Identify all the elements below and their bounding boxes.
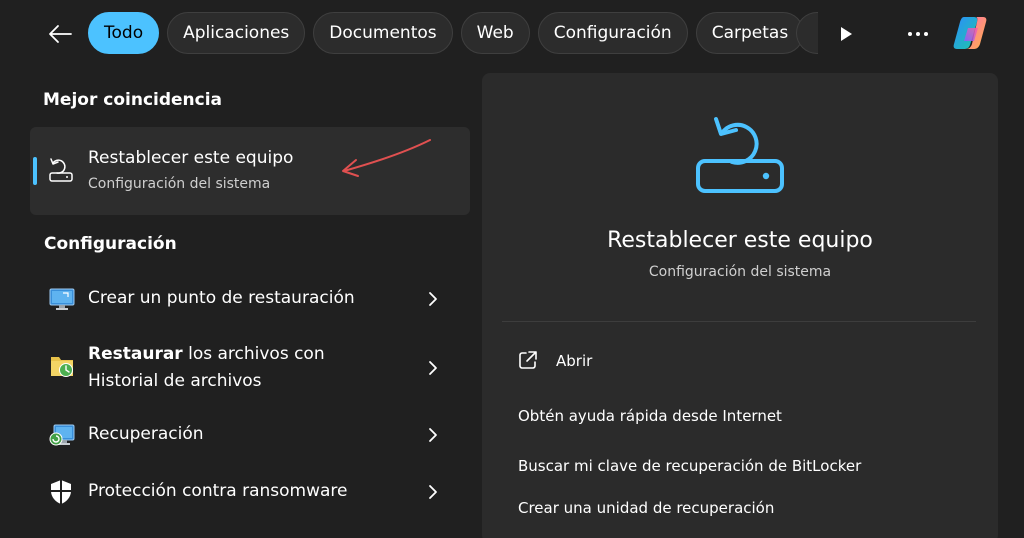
list-item-recovery[interactable]: Recuperación (40, 420, 460, 450)
divider (502, 321, 976, 322)
label-bold: Restaurar (88, 344, 183, 364)
reset-pc-large-icon (692, 111, 788, 199)
best-match-heading: Mejor coincidencia (43, 90, 223, 110)
list-item-label: Protección contra ransomware (88, 481, 348, 501)
selection-indicator (33, 157, 37, 185)
tab-aplicaciones[interactable]: Aplicaciones (167, 12, 306, 54)
list-item-file-history[interactable]: Restaurar los archivos con Historial de … (40, 340, 460, 396)
list-item-label: Restaurar los archivos con (88, 341, 325, 368)
detail-panel: Restablecer este equipo Configuración de… (482, 73, 998, 538)
recovery-drive-action[interactable]: Crear una unidad de recuperación (518, 499, 774, 517)
search-filter-bar: Todo Aplicaciones Documentos Web Configu… (0, 0, 1024, 66)
reset-pc-icon (48, 157, 74, 187)
detail-subtitle: Configuración del sistema (648, 264, 832, 280)
back-button[interactable] (42, 18, 78, 50)
label-rest: los archivos con (182, 344, 325, 364)
copilot-button[interactable] (948, 12, 992, 54)
best-match-subtitle: Configuración del sistema (88, 176, 271, 192)
detail-title: Restablecer este equipo (607, 228, 873, 253)
chevron-right-icon (428, 360, 438, 380)
settings-heading: Configuración (44, 234, 177, 254)
chevron-right-icon (428, 291, 438, 311)
help-online-action[interactable]: Obtén ayuda rápida desde Internet (518, 407, 782, 425)
monitor-icon (48, 286, 76, 316)
more-icon (908, 32, 928, 36)
copilot-icon (953, 17, 987, 49)
recovery-icon (48, 421, 76, 453)
shield-icon (48, 478, 74, 510)
scroll-tabs-button[interactable] (832, 20, 860, 48)
open-external-icon (518, 350, 538, 374)
back-arrow-icon (49, 25, 72, 43)
bitlocker-key-action[interactable]: Buscar mi clave de recuperación de BitLo… (518, 457, 861, 475)
list-item-restore-point[interactable]: Crear un punto de restauración (40, 284, 460, 314)
best-match-title: Restablecer este equipo (88, 148, 294, 168)
tab-documentos[interactable]: Documentos (313, 12, 453, 54)
tab-configuracion[interactable]: Configuración (537, 12, 688, 54)
chevron-right-icon (428, 484, 438, 504)
tab-todo[interactable]: Todo (88, 12, 160, 54)
file-history-icon (48, 352, 76, 384)
tab-web[interactable]: Web (460, 12, 530, 54)
play-icon (841, 27, 852, 41)
more-options-button[interactable] (900, 20, 936, 48)
list-item-label: Crear un punto de restauración (88, 288, 355, 308)
chevron-right-icon (428, 427, 438, 447)
tab-carpetas[interactable]: Carpetas (695, 12, 805, 54)
annotation-arrow (336, 134, 436, 188)
list-item-ransomware[interactable]: Protección contra ransomware (40, 477, 460, 507)
list-item-label: Recuperación (88, 424, 204, 444)
open-action[interactable]: Abrir (556, 352, 592, 370)
list-item-label-line2: Historial de archivos (88, 371, 262, 391)
